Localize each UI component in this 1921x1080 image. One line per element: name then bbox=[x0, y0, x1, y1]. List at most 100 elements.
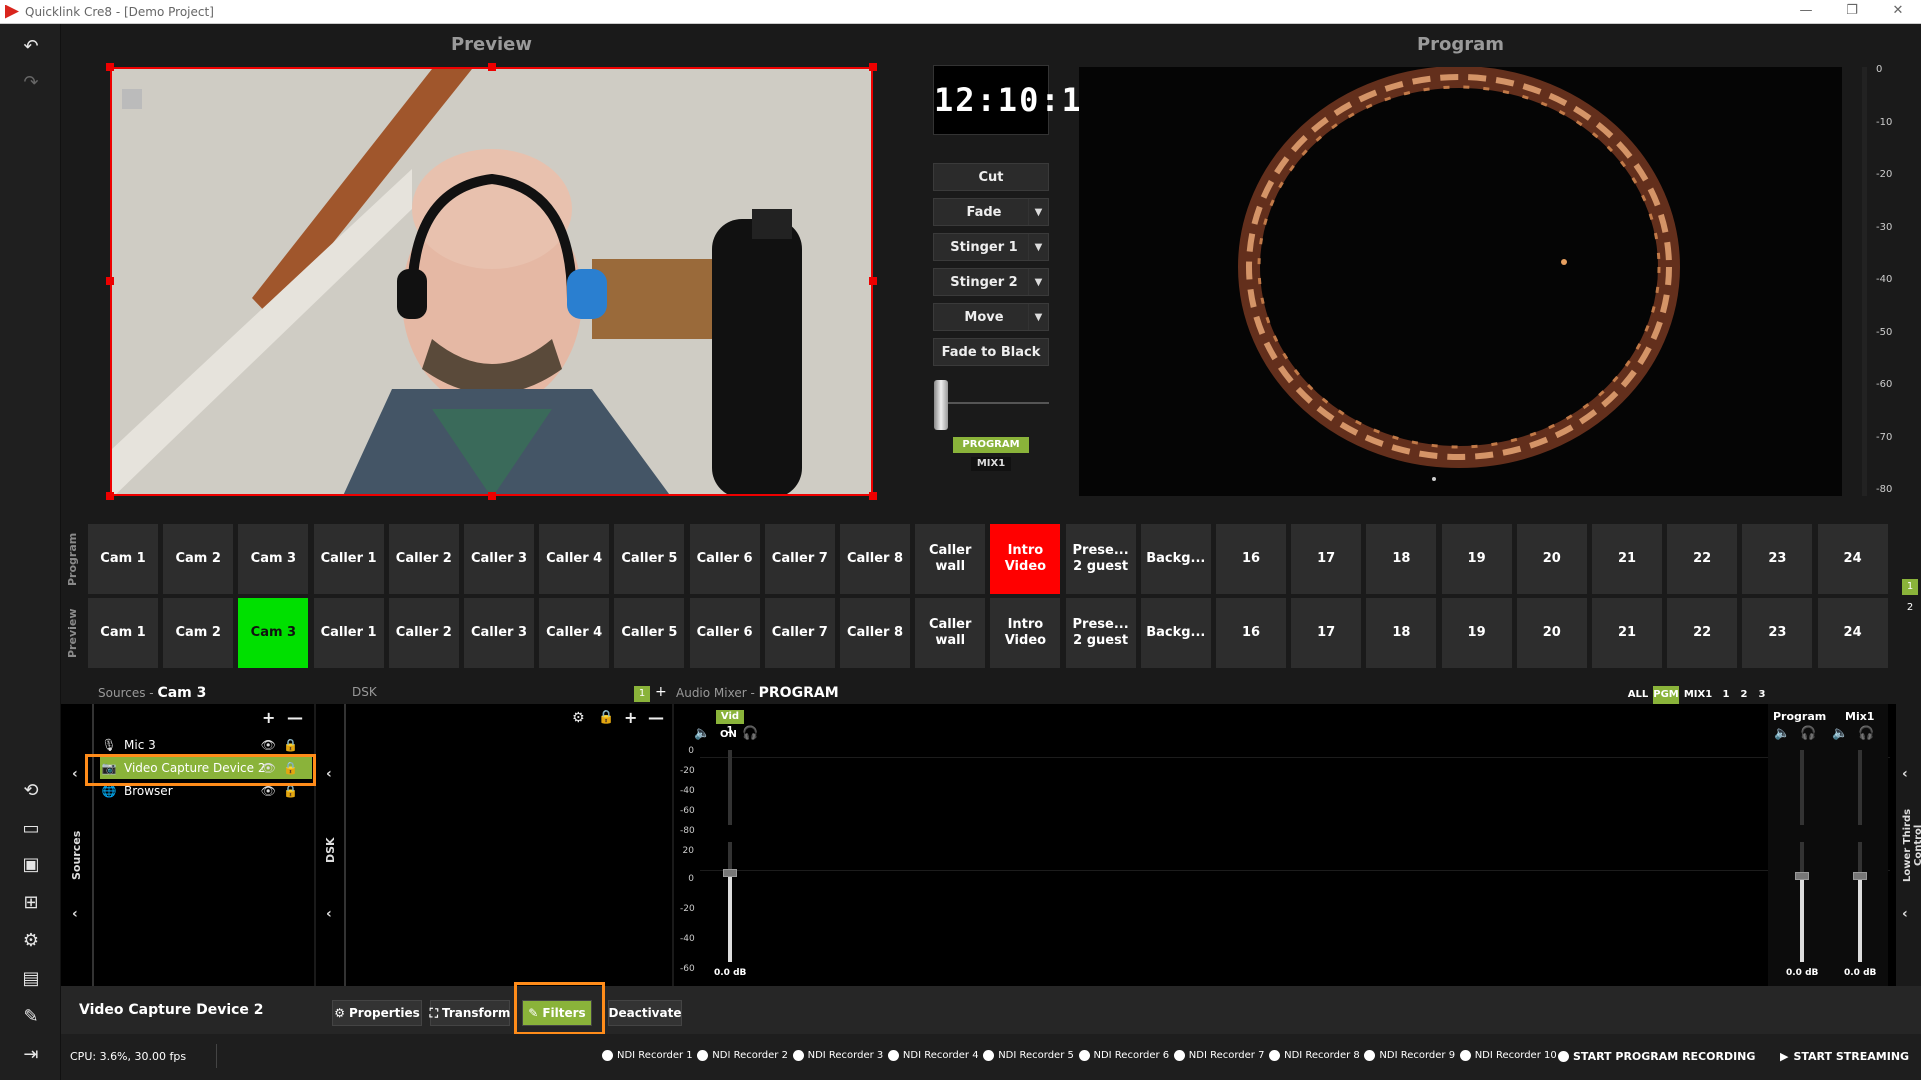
deactivate-button[interactable]: Deactivate bbox=[608, 1000, 682, 1026]
start-recording-button[interactable]: START PROGRAM RECORDING bbox=[1558, 1050, 1755, 1063]
collapse-left-icon[interactable]: ‹ bbox=[1902, 906, 1908, 922]
lower-thirds-tab[interactable]: Lower Thirds Control bbox=[1902, 790, 1921, 900]
cut-button[interactable]: Cut bbox=[933, 163, 1049, 191]
resize-handle[interactable] bbox=[106, 277, 114, 285]
headphones-icon[interactable]: 🎧 bbox=[1858, 726, 1874, 741]
mixer-tab[interactable]: ALL bbox=[1626, 686, 1650, 704]
preview-source-button[interactable]: 18 bbox=[1366, 598, 1437, 668]
channel-fader-knob[interactable] bbox=[723, 869, 737, 877]
program-source-button[interactable]: Caller wall bbox=[915, 524, 986, 594]
resize-handle[interactable] bbox=[488, 492, 496, 500]
program-source-button[interactable]: Prese... 2 guest bbox=[1065, 524, 1136, 594]
transform-button[interactable]: ⛶ Transform bbox=[430, 1000, 510, 1026]
program-source-button[interactable]: Caller 4 bbox=[539, 524, 610, 594]
preview-source-button[interactable]: 22 bbox=[1667, 598, 1738, 668]
preview-source-button[interactable]: Prese... 2 guest bbox=[1065, 598, 1136, 668]
resize-handle[interactable] bbox=[488, 63, 496, 71]
recorder-toggle[interactable]: NDI Recorder 1 bbox=[602, 1050, 693, 1061]
speaker-icon[interactable]: 🔈 bbox=[1832, 726, 1848, 741]
tbar-handle[interactable] bbox=[934, 380, 948, 430]
preview-source-button[interactable]: Caller 2 bbox=[388, 598, 459, 668]
stinger2-button[interactable]: Stinger 2 ▼ bbox=[933, 268, 1049, 296]
program-source-button[interactable]: Caller 1 bbox=[313, 524, 384, 594]
sources-tab[interactable]: Sources bbox=[70, 820, 86, 890]
chevron-down-icon[interactable]: ▼ bbox=[1028, 199, 1048, 225]
multiview-icon[interactable]: ▣ bbox=[18, 852, 44, 878]
stinger1-button[interactable]: Stinger 1 ▼ bbox=[933, 233, 1049, 261]
program-source-button[interactable]: 20 bbox=[1516, 524, 1587, 594]
recorder-toggle[interactable]: NDI Recorder 7 bbox=[1173, 1050, 1264, 1061]
recorder-toggle[interactable]: NDI Recorder 6 bbox=[1078, 1050, 1169, 1061]
collapse-left-icon[interactable]: ‹ bbox=[326, 766, 332, 782]
program-source-button[interactable]: Caller 3 bbox=[464, 524, 534, 594]
program-source-button[interactable]: Caller 5 bbox=[614, 524, 685, 594]
lock-icon[interactable]: 🔒 bbox=[598, 710, 614, 725]
mix1-fader-knob[interactable] bbox=[1853, 872, 1867, 880]
preview-source-button[interactable]: 24 bbox=[1817, 598, 1888, 668]
gear-icon[interactable]: ⚙ bbox=[572, 710, 585, 726]
remove-dsk-icon[interactable]: — bbox=[648, 708, 664, 727]
dsk-add-layer-button[interactable]: + bbox=[655, 684, 667, 700]
program-source-button[interactable]: 16 bbox=[1216, 524, 1286, 594]
dsk-layer-badge[interactable]: 1 bbox=[634, 686, 650, 702]
preview-source-button[interactable]: Caller 5 bbox=[614, 598, 685, 668]
add-source-icon[interactable]: + bbox=[262, 708, 275, 727]
chevron-down-icon[interactable]: ▼ bbox=[1028, 234, 1048, 260]
eye-icon[interactable]: 👁 bbox=[261, 784, 276, 798]
monitor-icon[interactable]: ▭ bbox=[18, 816, 44, 842]
recorder-toggle[interactable]: NDI Recorder 4 bbox=[887, 1050, 979, 1061]
speaker-icon[interactable]: 🔈 bbox=[1774, 726, 1790, 741]
collapse-left-icon[interactable]: ‹ bbox=[326, 906, 332, 922]
program-source-button[interactable]: Caller 6 bbox=[689, 524, 760, 594]
fade-to-black-button[interactable]: Fade to Black bbox=[933, 338, 1049, 366]
resize-handle[interactable] bbox=[106, 492, 114, 500]
source-item[interactable]: 🎙 Mic 3 👁 🔒 bbox=[100, 734, 312, 756]
program-source-button[interactable]: Caller 7 bbox=[764, 524, 835, 594]
properties-button[interactable]: ⚙ Properties bbox=[332, 1000, 422, 1026]
undo-icon[interactable]: ↶ bbox=[18, 34, 44, 60]
collapse-left-icon[interactable]: ‹ bbox=[72, 766, 78, 782]
headphones-icon[interactable]: 🎧 bbox=[1800, 726, 1816, 741]
preview-source-button[interactable]: Cam 1 bbox=[88, 598, 158, 668]
mixer-tab[interactable]: PGM bbox=[1653, 686, 1679, 704]
program-source-button[interactable]: Cam 1 bbox=[88, 524, 158, 594]
preview-source-button[interactable]: Backg... bbox=[1140, 598, 1211, 668]
grid-icon[interactable]: ⊞ bbox=[18, 890, 44, 916]
preview-source-button[interactable]: Caller 1 bbox=[313, 598, 384, 668]
dsk-tab[interactable]: DSK bbox=[324, 830, 340, 870]
tools-icon[interactable]: ✎ bbox=[18, 1004, 44, 1030]
headphones-icon[interactable]: 🎧 bbox=[742, 726, 758, 741]
preview-source-button[interactable]: Intro Video bbox=[990, 598, 1061, 668]
program-source-button[interactable]: 17 bbox=[1291, 524, 1362, 594]
redo-icon[interactable]: ↷ bbox=[18, 70, 44, 96]
preview-source-button[interactable]: 23 bbox=[1742, 598, 1813, 668]
preview-source-button[interactable]: Cam 2 bbox=[163, 598, 234, 668]
channel-on-toggle[interactable]: ON bbox=[720, 729, 737, 740]
mixer-tab[interactable]: 1 bbox=[1718, 686, 1734, 704]
exit-icon[interactable]: ⇥ bbox=[18, 1042, 44, 1068]
preview-source-button[interactable]: Caller 3 bbox=[464, 598, 534, 668]
mixer-tab[interactable]: MIX1 bbox=[1680, 686, 1716, 704]
mixer-tab[interactable]: 3 bbox=[1754, 686, 1770, 704]
remove-source-icon[interactable]: — bbox=[287, 708, 303, 727]
program-source-button[interactable]: 24 bbox=[1817, 524, 1888, 594]
program-source-button[interactable]: 22 bbox=[1667, 524, 1738, 594]
eye-icon[interactable]: 👁 bbox=[261, 738, 276, 752]
resize-handle[interactable] bbox=[869, 277, 877, 285]
preview-source-button[interactable]: 20 bbox=[1516, 598, 1587, 668]
program-source-button[interactable]: Intro Video bbox=[990, 524, 1061, 594]
minimize-button[interactable]: — bbox=[1783, 0, 1829, 24]
preview-source-button[interactable]: Caller 7 bbox=[764, 598, 835, 668]
program-source-button[interactable]: Cam 2 bbox=[163, 524, 234, 594]
move-button[interactable]: Move ▼ bbox=[933, 303, 1049, 331]
lock-icon[interactable]: 🔒 bbox=[283, 784, 298, 798]
chevron-down-icon[interactable]: ▼ bbox=[1028, 304, 1048, 330]
resize-handle[interactable] bbox=[106, 63, 114, 71]
add-dsk-icon[interactable]: + bbox=[624, 708, 637, 727]
bank-2-button[interactable]: 2 bbox=[1902, 600, 1918, 616]
link-icon[interactable]: ⟲ bbox=[18, 778, 44, 804]
program-source-button[interactable]: Cam 3 bbox=[238, 524, 309, 594]
recorder-toggle[interactable]: NDI Recorder 8 bbox=[1269, 1050, 1360, 1061]
preview-video[interactable] bbox=[110, 67, 873, 496]
resize-handle[interactable] bbox=[869, 492, 877, 500]
